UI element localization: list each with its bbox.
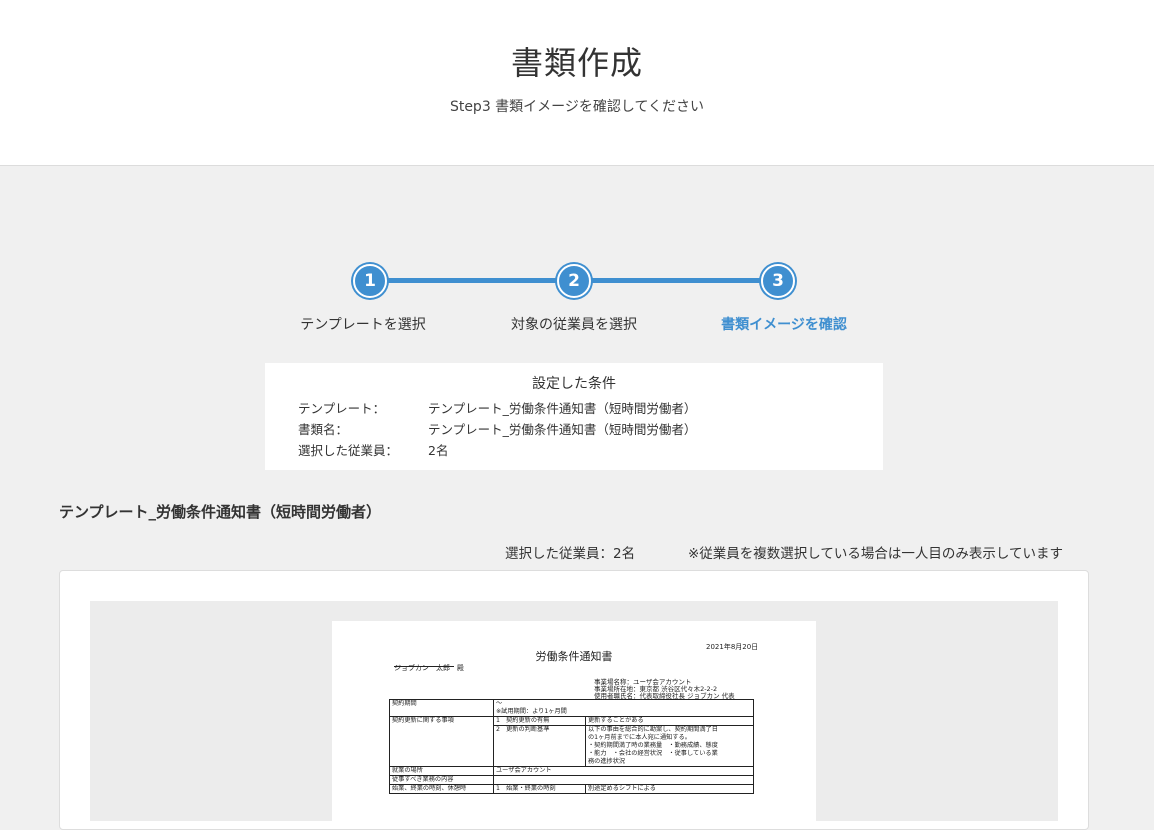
step-2-circle[interactable]: 2 (557, 264, 591, 298)
page-subtitle: Step3 書類イメージを確認してください (449, 99, 705, 115)
table-row: 就業の場所 ユーザ会アカウント (389, 766, 754, 776)
table-row: 従事すべき業務の内容 (389, 775, 754, 785)
step-1-label[interactable]: テンプレートを選択 (263, 314, 463, 334)
table-row: 契約期間 ～ ※試用期間：より1ヶ月間 (389, 699, 754, 717)
condition-value: テンプレート_労働条件通知書（短時間労働者） (428, 401, 697, 416)
addressee-underline (394, 666, 454, 667)
step-1-circle[interactable]: 1 (353, 264, 387, 298)
condition-value: 2名 (428, 443, 449, 458)
stepper: 1 2 3 テンプレートを選択 対象の従業員を選択 書類イメージを確認 (0, 262, 1154, 342)
condition-key: 書類名： (298, 422, 349, 437)
paper-title: 労働条件通知書 (535, 650, 613, 663)
condition-value: テンプレート_労働条件通知書（短時間労働者） (428, 422, 697, 437)
table-row: 始業、終業の時刻、休憩時 1 始業・終業の時刻 別途定めるシフトによる (389, 784, 754, 794)
document-preview-paper: 2021年8月20日 労働条件通知書 ジョブカン 太郎 殿 事業場名称：ユーザ会… (332, 621, 816, 821)
document-heading: テンプレート_労働条件通知書（短時間労働者） (59, 503, 382, 521)
condition-key: 選択した従業員： (298, 443, 399, 458)
step-3-label[interactable]: 書類イメージを確認 (684, 314, 884, 334)
multi-select-note: ※従業員を複数選択している場合は一人目のみ表示しています (688, 546, 1064, 562)
step-3-circle[interactable]: 3 (761, 264, 795, 298)
conditions-panel: 設定した条件 テンプレート： テンプレート_労働条件通知書（短時間労働者） 書類… (265, 363, 883, 470)
selected-employee-count: 選択した従業員：2名 (505, 546, 636, 562)
paper-addressee: ジョブカン 太郎 殿 (394, 664, 464, 672)
table-row: 契約更新に関する事項 1 契約更新の有無 更新することがある (389, 716, 754, 767)
condition-key: テンプレート： (298, 401, 386, 416)
paper-conditions-table: 契約期間 ～ ※試用期間：より1ヶ月間 契約更新に関する事項 1 契約更新の有無 … (389, 699, 754, 794)
conditions-title: 設定した条件 (532, 376, 616, 392)
page-header: 書類作成 Step3 書類イメージを確認してください (0, 0, 1154, 166)
step-2-label[interactable]: 対象の従業員を選択 (474, 314, 674, 334)
page-title: 書類作成 (510, 44, 643, 82)
